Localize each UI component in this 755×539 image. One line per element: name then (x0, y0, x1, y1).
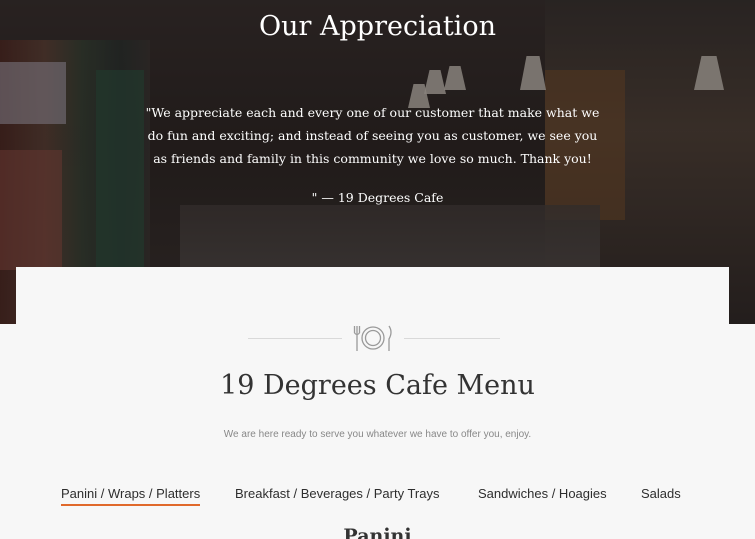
menu-tabs: Panini / Wraps / Platters Breakfast / Be… (0, 486, 755, 508)
divider-line-left (248, 338, 342, 339)
hero-title: Our Appreciation (259, 11, 496, 42)
divider-line-right (404, 338, 500, 339)
section-heading: Panini (343, 525, 412, 539)
tab-salads[interactable]: Salads (641, 486, 681, 501)
menu-subtitle: We are here ready to serve you whatever … (223, 429, 532, 440)
plate-fork-knife-icon (352, 322, 394, 354)
tab-sandwiches-hoagies[interactable]: Sandwiches / Hoagies (478, 486, 607, 501)
menu-title: 19 Degrees Cafe Menu (220, 370, 535, 401)
hero-quote: "We appreciate each and every one of our… (145, 105, 600, 166)
hero-signature: " — 19 Degrees Cafe (311, 190, 444, 205)
tab-breakfast-beverages-party-trays[interactable]: Breakfast / Beverages / Party Trays (235, 486, 439, 501)
tab-panini-wraps-platters[interactable]: Panini / Wraps / Platters (61, 486, 201, 506)
